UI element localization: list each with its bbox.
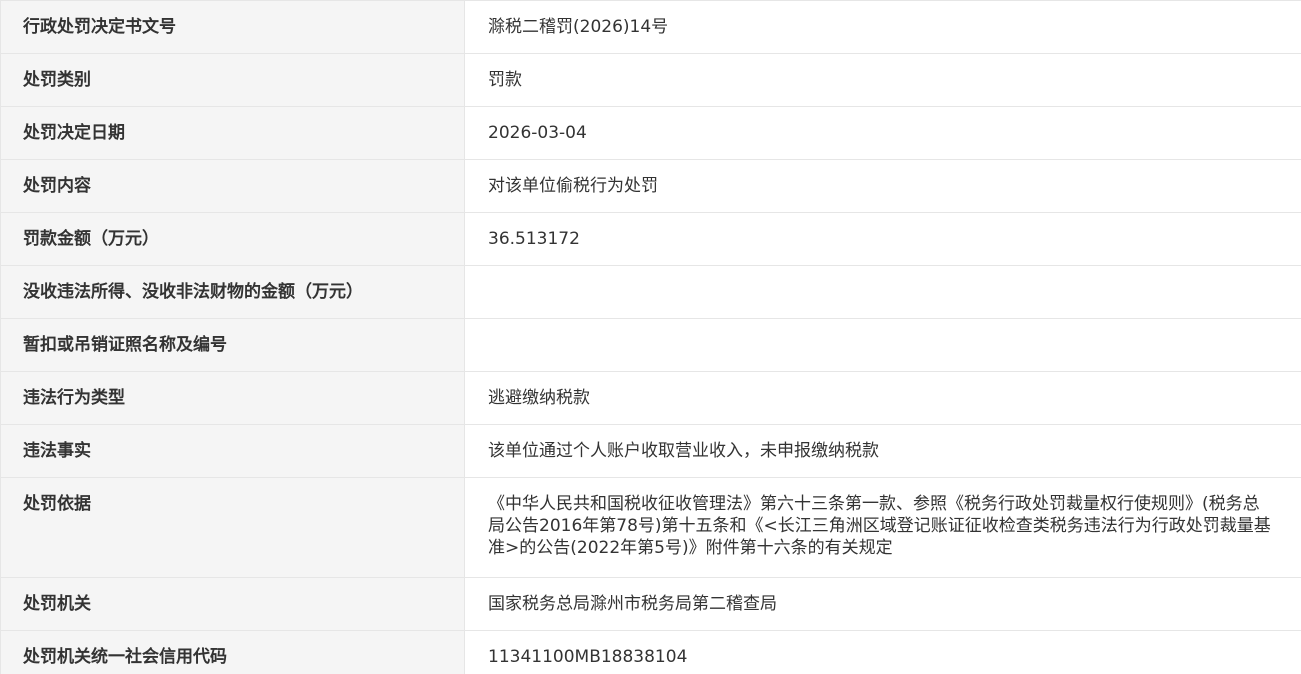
field-value: 《中华人民共和国税收征收管理法》第六十三条第一款、参照《税务行政处罚裁量权行使规… [464,477,1301,578]
field-value: 11341100MB18838104 [464,630,1301,674]
field-label: 处罚内容 [0,159,465,213]
field-value: 2026-03-04 [464,106,1301,160]
field-label: 罚款金额（万元） [0,212,465,266]
field-label: 处罚类别 [0,53,465,107]
table-row-decision-date: 处罚决定日期 2026-03-04 [0,106,1301,160]
field-value: 国家税务总局滁州市税务局第二稽查局 [464,577,1301,631]
field-label: 暂扣或吊销证照名称及编号 [0,318,465,372]
field-label: 行政处罚决定书文号 [0,0,465,54]
field-value: 滁税二稽罚(2026)14号 [464,0,1301,54]
field-value: 罚款 [464,53,1301,107]
table-row-penalty-category: 处罚类别 罚款 [0,53,1301,107]
table-row-penalty-content: 处罚内容 对该单位偷税行为处罚 [0,159,1301,213]
penalty-detail-table: 行政处罚决定书文号 滁税二稽罚(2026)14号 处罚类别 罚款 处罚决定日期 … [0,0,1301,674]
field-value: 该单位通过个人账户收取营业收入，未申报缴纳税款 [464,424,1301,478]
field-label: 没收违法所得、没收非法财物的金额（万元） [0,265,465,319]
table-row-fine-amount: 罚款金额（万元） 36.513172 [0,212,1301,266]
field-label: 处罚决定日期 [0,106,465,160]
field-label: 处罚机关统一社会信用代码 [0,630,465,674]
field-label: 处罚机关 [0,577,465,631]
penalty-detail-page: 行政处罚决定书文号 滁税二稽罚(2026)14号 处罚类别 罚款 处罚决定日期 … [0,0,1301,674]
field-value: 36.513172 [464,212,1301,266]
field-label: 违法事实 [0,424,465,478]
field-value [464,318,1301,372]
field-value: 对该单位偷税行为处罚 [464,159,1301,213]
field-value [464,265,1301,319]
field-value: 逃避缴纳税款 [464,371,1301,425]
table-row-decision-number: 行政处罚决定书文号 滁税二稽罚(2026)14号 [0,0,1301,54]
table-row-violation-type: 违法行为类型 逃避缴纳税款 [0,371,1301,425]
field-label: 处罚依据 [0,477,465,578]
table-row-penalty-authority: 处罚机关 国家税务总局滁州市税务局第二稽查局 [0,577,1301,631]
table-row-confiscation-amount: 没收违法所得、没收非法财物的金额（万元） [0,265,1301,319]
table-row-penalty-basis: 处罚依据 《中华人民共和国税收征收管理法》第六十三条第一款、参照《税务行政处罚裁… [0,477,1301,578]
table-row-license-suspension: 暂扣或吊销证照名称及编号 [0,318,1301,372]
field-label: 违法行为类型 [0,371,465,425]
table-row-violation-facts: 违法事实 该单位通过个人账户收取营业收入，未申报缴纳税款 [0,424,1301,478]
table-row-authority-credit-code: 处罚机关统一社会信用代码 11341100MB18838104 [0,630,1301,674]
